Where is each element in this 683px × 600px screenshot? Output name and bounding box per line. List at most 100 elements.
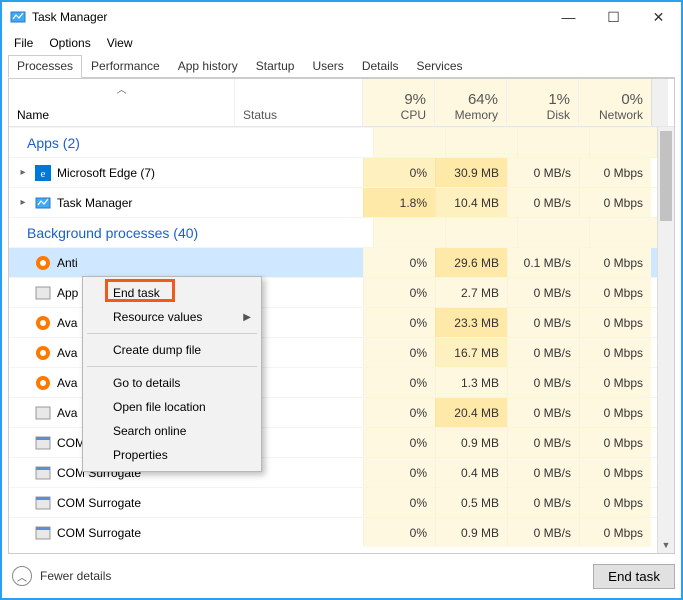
process-icon: e xyxy=(35,165,51,181)
tab-details[interactable]: Details xyxy=(353,55,408,78)
process-row[interactable]: ▸eMicrosoft Edge (7)0%30.9 MB0 MB/s0 Mbp… xyxy=(9,157,674,187)
process-name-cell: ▸eMicrosoft Edge (7) xyxy=(9,158,363,187)
cell-memory: 16.7 MB xyxy=(435,338,507,367)
end-task-button[interactable]: End task xyxy=(593,564,675,589)
process-name-cell: Anti xyxy=(9,248,363,277)
maximize-button[interactable]: ☐ xyxy=(591,2,636,32)
col-status-label: Status xyxy=(243,108,354,122)
process-name: Ava xyxy=(57,376,77,390)
cell-disk: 0.1 MB/s xyxy=(507,248,579,277)
col-memory[interactable]: 64% Memory xyxy=(435,79,507,126)
cell-network: 0 Mbps xyxy=(579,188,651,217)
minimize-button[interactable]: — xyxy=(546,2,591,32)
tab-startup[interactable]: Startup xyxy=(247,55,304,78)
process-icon xyxy=(35,525,51,541)
expander-icon[interactable]: ▸ xyxy=(17,167,29,178)
cell-cpu: 0% xyxy=(363,458,435,487)
col-name[interactable]: ︿ Name xyxy=(9,79,235,126)
menu-options[interactable]: Options xyxy=(41,34,98,52)
cell-network: 0 Mbps xyxy=(579,278,651,307)
menu-view[interactable]: View xyxy=(99,34,141,52)
tab-performance[interactable]: Performance xyxy=(82,55,169,78)
vertical-scrollbar[interactable]: ▲ ▼ xyxy=(657,127,674,553)
ctx-open-location[interactable]: Open file location xyxy=(85,395,259,419)
process-name: Ava xyxy=(57,346,77,360)
process-icon xyxy=(35,405,51,421)
col-disk[interactable]: 1% Disk xyxy=(507,79,579,126)
fewer-details-toggle[interactable]: ︿ Fewer details xyxy=(8,566,111,586)
process-name: Ava xyxy=(57,316,77,330)
process-icon xyxy=(35,435,51,451)
col-name-label: Name xyxy=(17,108,226,122)
cell-network: 0 Mbps xyxy=(579,458,651,487)
header-scroll-gutter xyxy=(651,79,668,126)
menu-file[interactable]: File xyxy=(6,34,41,52)
cell-memory: 29.6 MB xyxy=(435,248,507,277)
tab-processes[interactable]: Processes xyxy=(8,55,82,78)
cell-cpu: 0% xyxy=(363,518,435,547)
process-row[interactable]: COM Surrogate0%0.5 MB0 MB/s0 Mbps xyxy=(9,487,674,517)
process-name: Ava xyxy=(57,406,77,420)
scroll-down-icon[interactable]: ▼ xyxy=(658,536,674,553)
cell-network: 0 Mbps xyxy=(579,158,651,187)
chevron-up-circle-icon: ︿ xyxy=(12,566,32,586)
group-label: Apps (2) xyxy=(19,128,373,157)
svg-text:e: e xyxy=(41,168,46,180)
cell-disk: 0 MB/s xyxy=(507,158,579,187)
cell-cpu: 0% xyxy=(363,278,435,307)
ctx-search-online[interactable]: Search online xyxy=(85,419,259,443)
process-icon xyxy=(35,495,51,511)
process-icon xyxy=(35,465,51,481)
cell-disk: 0 MB/s xyxy=(507,428,579,457)
expander-icon[interactable]: ▸ xyxy=(17,197,29,208)
process-name: Task Manager xyxy=(57,196,132,210)
bottom-bar: ︿ Fewer details End task xyxy=(8,560,675,592)
window-title: Task Manager xyxy=(32,10,546,24)
menubar: File Options View xyxy=(2,32,681,54)
process-icon xyxy=(35,255,51,271)
cell-memory: 30.9 MB xyxy=(435,158,507,187)
cell-cpu: 0% xyxy=(363,398,435,427)
col-status[interactable]: Status xyxy=(235,79,363,126)
col-disk-label: Disk xyxy=(547,108,570,122)
cell-memory: 10.4 MB xyxy=(435,188,507,217)
ctx-end-task[interactable]: End task xyxy=(85,281,259,305)
cell-memory: 20.4 MB xyxy=(435,398,507,427)
ctx-resource-values[interactable]: Resource values ▶ xyxy=(85,305,259,329)
process-icon xyxy=(35,315,51,331)
col-network[interactable]: 0% Network xyxy=(579,79,651,126)
cell-memory: 0.5 MB xyxy=(435,488,507,517)
col-network-pct: 0% xyxy=(621,91,643,108)
process-row[interactable]: COM Surrogate0%0.9 MB0 MB/s0 Mbps xyxy=(9,517,674,547)
titlebar: Task Manager — ☐ ✕ xyxy=(2,2,681,32)
cell-cpu: 0% xyxy=(363,158,435,187)
tab-users[interactable]: Users xyxy=(303,55,352,78)
tab-app-history[interactable]: App history xyxy=(169,55,247,78)
col-cpu-pct: 9% xyxy=(404,91,426,108)
cell-disk: 0 MB/s xyxy=(507,278,579,307)
context-menu: End task Resource values ▶ Create dump f… xyxy=(82,276,262,472)
close-button[interactable]: ✕ xyxy=(636,2,681,32)
process-name-cell: ▸ Task Manager xyxy=(9,188,363,217)
scrollbar-thumb[interactable] xyxy=(660,131,672,221)
ctx-properties[interactable]: Properties xyxy=(85,443,259,467)
cell-cpu: 0% xyxy=(363,308,435,337)
column-headers: ︿ Name Status 9% CPU 64% Memory 1% Disk … xyxy=(9,79,674,127)
col-network-label: Network xyxy=(599,108,643,122)
ctx-separator xyxy=(87,366,257,367)
group-label: Background processes (40) xyxy=(19,218,373,247)
process-icon xyxy=(35,195,51,211)
ctx-go-to-details[interactable]: Go to details xyxy=(85,371,259,395)
sort-indicator-icon: ︿ xyxy=(117,81,127,96)
process-row[interactable]: Anti0%29.6 MB0.1 MB/s0 Mbps xyxy=(9,247,674,277)
cell-disk: 0 MB/s xyxy=(507,338,579,367)
ctx-create-dump[interactable]: Create dump file xyxy=(85,338,259,362)
process-row[interactable]: ▸Task Manager1.8%10.4 MB0 MB/s0 Mbps xyxy=(9,187,674,217)
process-name: App xyxy=(57,286,78,300)
cell-disk: 0 MB/s xyxy=(507,188,579,217)
tab-services[interactable]: Services xyxy=(408,55,472,78)
process-name: COM Surrogate xyxy=(57,526,141,540)
group-header: Background processes (40) xyxy=(9,217,674,247)
process-icon xyxy=(35,285,51,301)
col-cpu[interactable]: 9% CPU xyxy=(363,79,435,126)
